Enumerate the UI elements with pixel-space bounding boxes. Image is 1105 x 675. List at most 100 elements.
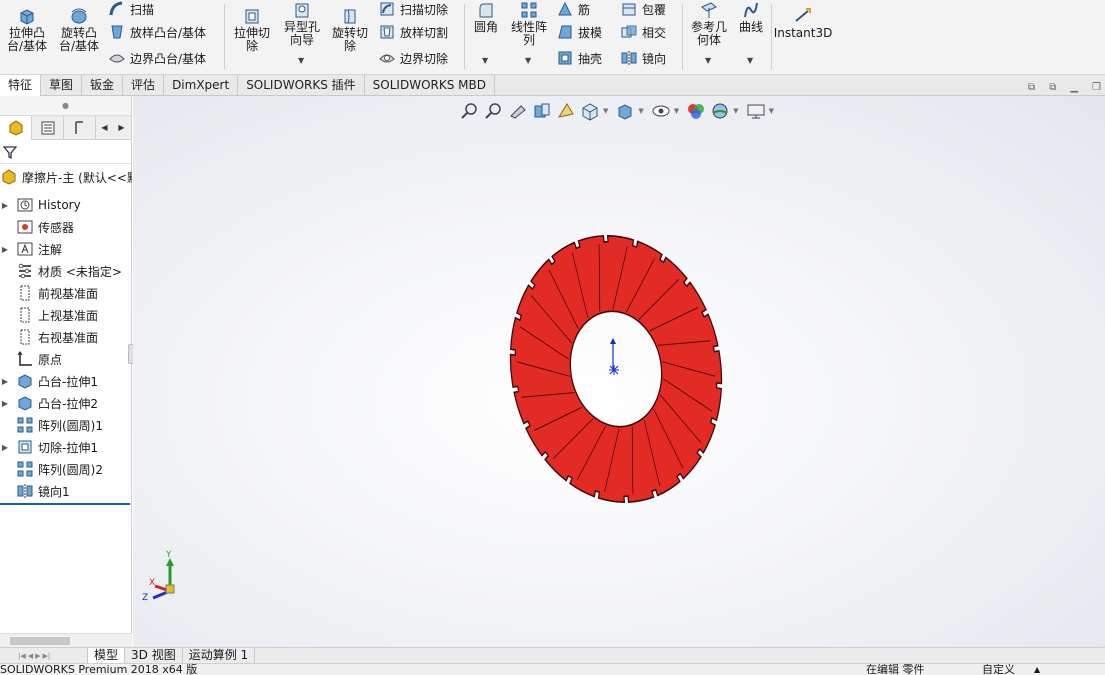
restore-panel-icon[interactable]: ⧉ xyxy=(1028,82,1035,93)
origin-indicator xyxy=(609,338,619,375)
linear-pattern-dropdown-icon[interactable]: ▼ xyxy=(525,56,531,65)
tree-item[interactable]: ▶ History xyxy=(0,194,132,216)
last-tab-icon[interactable]: ▶| xyxy=(43,652,51,660)
triad-z-label: Z xyxy=(142,593,148,603)
linear-pattern-button[interactable]: 线性阵 列 xyxy=(506,0,552,47)
panel-grip[interactable]: ● xyxy=(0,96,131,116)
tab-4[interactable]: DimXpert xyxy=(164,75,239,96)
boundary-cut-button[interactable]: 边界切除 xyxy=(378,49,448,67)
status-units[interactable]: 自定义 xyxy=(982,664,1015,675)
tab-5[interactable]: SOLIDWORKS 插件 xyxy=(238,75,365,96)
tab-6[interactable]: SOLIDWORKS MBD xyxy=(365,75,495,96)
tab-1[interactable]: 草图 xyxy=(41,75,83,96)
friction-disc[interactable] xyxy=(490,219,742,519)
expand-arrow-icon[interactable]: ▶ xyxy=(0,443,10,452)
wrap-button[interactable]: 包覆 xyxy=(620,0,666,18)
boundary-boss-icon xyxy=(109,54,125,63)
revolve-cut-button[interactable]: 旋转切 除 xyxy=(328,6,372,53)
tab-3[interactable]: 评估 xyxy=(123,75,165,96)
scrollbar-thumb[interactable] xyxy=(10,637,70,645)
rib-button[interactable]: 筋 xyxy=(556,0,590,18)
configuration-tab[interactable] xyxy=(64,116,96,140)
tree-item[interactable]: 镜向1 xyxy=(0,480,132,502)
expand-arrow-icon[interactable]: ▶ xyxy=(0,377,10,386)
tree-item-label: 凸台-拉伸1 xyxy=(38,374,98,389)
boundary-boss-button[interactable]: 边界凸台/基体 xyxy=(108,49,206,67)
tab-0[interactable]: 特征 xyxy=(0,75,42,96)
extrude-boss-button[interactable]: 拉伸凸 台/基体 xyxy=(4,6,50,53)
instant3d-icon xyxy=(795,8,811,22)
tree-item[interactable]: 阵列(圆周)1 xyxy=(0,414,132,436)
tree-item[interactable]: 阵列(圆周)2 xyxy=(0,458,132,480)
sweep-cut-icon xyxy=(380,2,394,16)
bottom-tab-0[interactable]: 模型 xyxy=(88,648,126,663)
tree-item[interactable]: 上视基准面 xyxy=(0,304,132,326)
curves-button[interactable]: 曲线 xyxy=(734,0,768,34)
tab-scroll-right-icon[interactable]: ▶ xyxy=(118,123,124,132)
maximize-icon[interactable]: ❐ xyxy=(1092,82,1101,93)
fillet-button[interactable]: 圆角 xyxy=(468,0,504,34)
tree-root-part[interactable]: 摩擦片-主 (默认<<默 xyxy=(0,166,132,188)
tree-item[interactable]: ▶ 凸台-拉伸1 xyxy=(0,370,132,392)
fillet-dropdown-icon[interactable]: ▼ xyxy=(482,56,488,65)
circular-pattern-icon xyxy=(17,417,33,433)
mirror-label: 镜向 xyxy=(642,51,667,66)
tree-rollback-bar[interactable] xyxy=(0,503,130,505)
curves-dropdown-icon[interactable]: ▼ xyxy=(747,56,753,65)
panel-horizontal-scrollbar[interactable] xyxy=(0,633,132,647)
sweep-cut-button[interactable]: 扫描切除 xyxy=(378,0,448,18)
tree-item[interactable]: 材质 <未指定> xyxy=(0,260,132,282)
tree-item[interactable]: 传感器 xyxy=(0,216,132,238)
expand-arrow-icon[interactable]: ▶ xyxy=(0,245,10,254)
expand-arrow-icon[interactable]: ▶ xyxy=(0,201,10,210)
graphics-area[interactable]: ▼ ▼ ▼ ▼ ▼ ⧉ ⧉ ▁ ❐ Y X Z xyxy=(133,82,1105,649)
curves-label: 曲线 xyxy=(738,20,763,34)
linear-pattern-label: 线性阵 列 xyxy=(510,20,547,47)
hole-wizard-dropdown-icon[interactable]: ▼ xyxy=(298,56,304,65)
reference-geometry-button[interactable]: 参考几 何体 xyxy=(686,0,732,47)
disc-body[interactable] xyxy=(490,219,742,519)
hole-wizard-button[interactable]: 异型孔 向导 xyxy=(280,0,324,47)
tree-item[interactable]: ▶ 切除-拉伸1 xyxy=(0,436,132,458)
property-manager-tab[interactable] xyxy=(32,116,64,140)
expand-arrow-icon[interactable]: ▶ xyxy=(0,399,10,408)
material-icon xyxy=(18,263,31,279)
minimize-icon[interactable]: ▁ xyxy=(1070,82,1078,93)
annotations-icon xyxy=(17,242,33,256)
bottom-tab-1[interactable]: 3D 视图 xyxy=(125,648,183,663)
tab-2[interactable]: 钣金 xyxy=(82,75,124,96)
status-app-version: SOLIDWORKS Premium 2018 x64 版 xyxy=(0,663,198,675)
revolve-boss-button[interactable]: 旋转凸 台/基体 xyxy=(56,6,102,53)
feature-tree-tab[interactable] xyxy=(0,116,32,140)
tree-item[interactable]: ▶ 注解 xyxy=(0,238,132,260)
friction-disc-model[interactable]: Y X Z xyxy=(133,96,1105,649)
tree-item[interactable]: ▶ 凸台-拉伸2 xyxy=(0,392,132,414)
sweep-icon xyxy=(109,1,123,16)
tree-item[interactable]: 右视基准面 xyxy=(0,326,132,348)
intersect-button[interactable]: 相交 xyxy=(620,23,666,41)
mirror-button[interactable]: 镜向 xyxy=(620,49,666,67)
first-tab-icon[interactable]: |◀ xyxy=(18,652,26,660)
tab-scroll-left-icon[interactable]: ◀ xyxy=(101,123,107,132)
sweep-button[interactable]: 扫描 xyxy=(108,0,154,18)
ribbon-separator xyxy=(224,4,225,70)
loft-boss-button[interactable]: 放样凸台/基体 xyxy=(108,23,206,41)
expand-panel-icon[interactable]: ⧉ xyxy=(1049,82,1056,93)
tree-item[interactable]: 原点 xyxy=(0,348,132,370)
tree-item[interactable]: 前视基准面 xyxy=(0,282,132,304)
rib-label: 筋 xyxy=(578,2,591,17)
draft-button[interactable]: 拔模 xyxy=(556,23,602,41)
extrude-cut-button[interactable]: 拉伸切 除 xyxy=(230,6,274,53)
instant3d-button[interactable]: Instant3D xyxy=(774,6,832,40)
next-tab-icon[interactable]: ▶ xyxy=(35,652,40,660)
bottom-tab-2[interactable]: 运动算例 1 xyxy=(183,648,256,663)
plane-icon xyxy=(20,285,30,301)
prev-tab-icon[interactable]: ◀ xyxy=(28,652,33,660)
shell-button[interactable]: 抽壳 xyxy=(556,49,602,67)
tree-filter[interactable] xyxy=(0,140,131,164)
loft-cut-button[interactable]: 放样切割 xyxy=(378,23,448,41)
reference-geometry-dropdown-icon[interactable]: ▼ xyxy=(705,56,711,65)
intersect-label: 相交 xyxy=(642,25,667,40)
linear-pattern-icon xyxy=(521,2,537,18)
units-dropdown-icon[interactable]: ▲ xyxy=(1034,664,1040,675)
